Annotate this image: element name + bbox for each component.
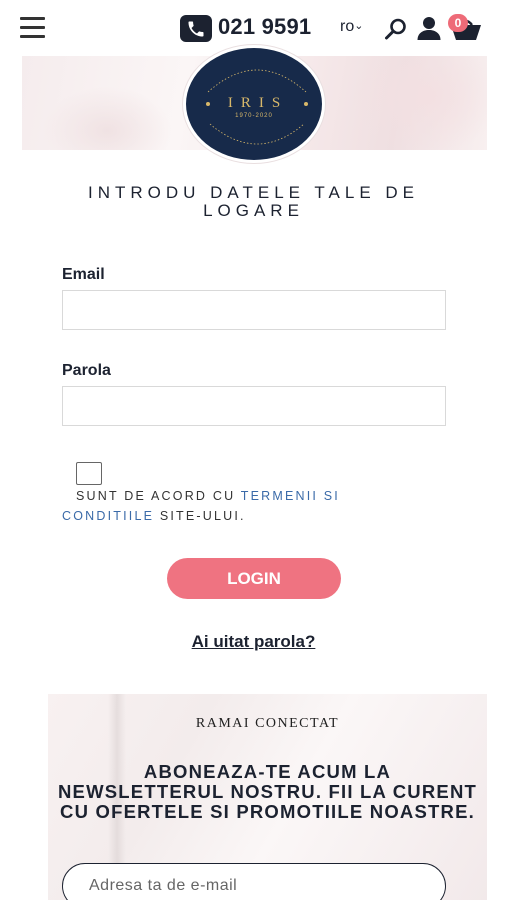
search-icon[interactable]	[384, 17, 408, 41]
terms-suffix: SITE-ULUI.	[154, 509, 246, 523]
newsletter-headline: ABONEAZA-TE ACUM LA NEWSLETTERUL NOSTRU.…	[58, 761, 478, 822]
password-label: Parola	[62, 362, 111, 379]
chevron-down-icon: ⌄	[354, 20, 364, 32]
password-field[interactable]	[62, 386, 446, 426]
login-button[interactable]: LOGIN	[167, 558, 341, 599]
logo-years: 1970-2020	[235, 113, 273, 119]
login-title: INTRODU DATELE TALE DE LOGARE	[87, 183, 420, 220]
cart-count-badge: 0	[448, 14, 468, 32]
newsletter-kicker: RAMAI CONECTAT	[195, 716, 340, 731]
terms-text: SUNT DE ACORD CU TERMENII SI CONDITIILE …	[62, 486, 392, 526]
terms-checkbox[interactable]	[76, 462, 102, 485]
forgot-password-link[interactable]: Ai uitat parola?	[0, 632, 507, 652]
phone-number[interactable]: 021 9591	[218, 14, 311, 40]
email-field[interactable]	[62, 290, 446, 330]
newsletter-email-input[interactable]	[62, 863, 446, 900]
menu-icon[interactable]	[20, 17, 45, 38]
iris-logo[interactable]: IRIS 1970-2020	[183, 45, 325, 163]
language-selector[interactable]: ro⌄	[340, 18, 363, 36]
email-label: Email	[62, 266, 105, 283]
terms-prefix: SUNT DE ACORD CU	[76, 489, 241, 503]
user-icon[interactable]	[416, 15, 442, 41]
logo-name: IRIS	[227, 95, 289, 111]
phone-icon[interactable]	[180, 15, 212, 42]
language-label: ro	[340, 18, 355, 35]
